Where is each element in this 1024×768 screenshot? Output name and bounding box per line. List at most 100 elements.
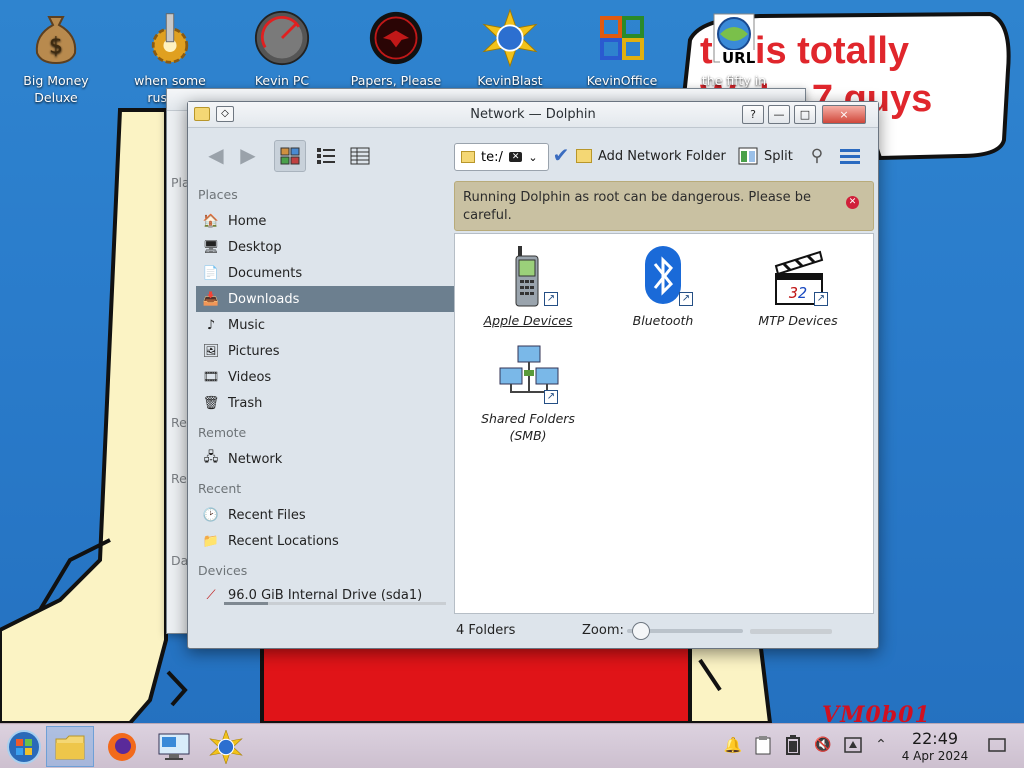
- url-globe-icon: URL: [706, 10, 762, 67]
- notifications-icon[interactable]: 🔔: [722, 734, 744, 756]
- battery-icon[interactable]: [782, 734, 804, 756]
- sidebar-item-label: Recent Locations: [228, 533, 339, 549]
- desktop-icon-big-money[interactable]: $ Big Money Deluxe: [6, 0, 106, 106]
- pictures-folder-icon: 🖼: [202, 343, 220, 359]
- dolphin-window[interactable]: ◇ Network — Dolphin ? — □ × ◀ ▶ te:/ ✕ ⌄…: [187, 101, 879, 649]
- sidebar-item-home[interactable]: 🏠 Home: [196, 208, 454, 234]
- desktop-folder-icon: 🖥: [202, 239, 220, 255]
- sidebar-item-pictures[interactable]: 🖼 Pictures: [196, 338, 454, 364]
- back-arrow-icon[interactable]: ◀: [204, 143, 228, 167]
- desktop-icon-papers-please[interactable]: Papers, Please: [346, 0, 446, 89]
- clapperboard-icon: 32 ↗: [766, 244, 830, 308]
- start-orb-icon: [7, 729, 41, 764]
- sidebar-item-videos[interactable]: 🎞 Videos: [196, 364, 454, 390]
- keyboard-icon[interactable]: [842, 734, 864, 756]
- chevron-up-icon[interactable]: ⌃: [870, 734, 892, 756]
- sidebar-item-documents[interactable]: 📄 Documents: [196, 260, 454, 286]
- taskbar-app-file-manager[interactable]: [46, 726, 94, 767]
- taskbar-app-remote-desktop[interactable]: [150, 726, 198, 767]
- chevron-down-icon[interactable]: ⌄: [528, 151, 537, 164]
- places-heading: Places: [198, 187, 238, 202]
- svg-text:32: 32: [788, 284, 807, 302]
- split-button[interactable]: Split: [738, 145, 793, 167]
- sidebar-item-label: Pictures: [228, 343, 280, 359]
- desktop-icon-label: Big Money Deluxe: [23, 73, 89, 105]
- music-folder-icon: ♪: [206, 317, 216, 333]
- new-folder-icon: [576, 149, 592, 163]
- close-warning-icon[interactable]: ✕: [846, 196, 859, 209]
- desktop-icon-url[interactable]: URL the fifty in: [684, 0, 784, 89]
- devices-heading: Devices: [198, 563, 248, 578]
- videos-folder-icon: 🎞: [202, 369, 220, 385]
- taskbar-app-firefox[interactable]: [98, 726, 146, 767]
- sidebar-item-recent-locations[interactable]: 📁 Recent Locations: [196, 528, 454, 554]
- desktop-icon-kevinoffice[interactable]: KevinOffice: [572, 0, 672, 89]
- file-view[interactable]: ↗ Apple Devices ↗ Bluetooth 32 ↗ MTP Dev…: [454, 233, 874, 614]
- add-network-folder-label: Add Network Folder: [598, 148, 726, 164]
- globe-burst-icon: [482, 8, 538, 68]
- mobile-phone-icon: ↗: [496, 244, 560, 308]
- clock[interactable]: 22:49 4 Apr 2024: [894, 729, 976, 763]
- file-manager-icon: [55, 735, 85, 759]
- link-arrow-icon: ↗: [544, 390, 558, 404]
- sidebar-item-label: Music: [228, 317, 265, 333]
- icons-view-button[interactable]: [274, 140, 306, 172]
- details-view-button[interactable]: [344, 140, 376, 172]
- desktop-icon-kevinblast[interactable]: KevinBlast: [460, 0, 560, 89]
- bg-sidebar-fragment: Re: [171, 415, 187, 430]
- split-view-icon: [738, 147, 758, 165]
- folder-item-mtp-devices[interactable]: 32 ↗ MTP Devices: [733, 244, 863, 329]
- compact-view-button[interactable]: [310, 140, 342, 172]
- clear-location-icon[interactable]: ✕: [508, 152, 523, 162]
- sidebar-item-downloads[interactable]: 📥 Downloads: [196, 286, 454, 312]
- sidebar-item-network[interactable]: 🖧 Network: [196, 446, 454, 472]
- sidebar-item-music[interactable]: ♪ Music: [196, 312, 454, 338]
- folder-item-label: MTP Devices: [758, 313, 838, 328]
- documents-folder-icon: 📄: [202, 265, 220, 281]
- close-button[interactable]: ×: [822, 105, 866, 124]
- sidebar-item-label: Network: [228, 451, 283, 467]
- folder-item-bluetooth[interactable]: ↗ Bluetooth: [598, 244, 728, 329]
- desktop-icon-kevin-pc[interactable]: Kevin PC: [232, 0, 332, 89]
- folder-item-label: Shared Folders (SMB): [481, 411, 575, 443]
- folder-item-apple-devices[interactable]: ↗ Apple Devices: [463, 244, 593, 329]
- location-bar[interactable]: te:/ ✕ ⌄: [454, 143, 549, 171]
- zoom-slider[interactable]: [627, 622, 743, 640]
- location-text[interactable]: te:/: [481, 150, 503, 165]
- minimize-button[interactable]: —: [768, 105, 790, 124]
- taskbar-app-kevinblast[interactable]: [202, 726, 250, 767]
- folder-item-shared-folders[interactable]: ↗ Shared Folders (SMB): [463, 342, 593, 444]
- forward-arrow-icon[interactable]: ▶: [236, 143, 260, 167]
- show-desktop-icon[interactable]: [986, 734, 1008, 756]
- sidebar-item-desktop[interactable]: 🖥 Desktop: [196, 234, 454, 260]
- search-icon[interactable]: ⚲: [806, 145, 828, 167]
- help-button[interactable]: ?: [742, 105, 764, 124]
- maximize-button[interactable]: □: [794, 105, 816, 124]
- details-view-icon: [350, 147, 370, 165]
- link-arrow-icon: ↗: [544, 292, 558, 306]
- clipboard-icon[interactable]: [752, 734, 774, 756]
- zoom-slider-handle[interactable]: [631, 622, 650, 640]
- start-button[interactable]: [0, 726, 48, 767]
- office-icon: [594, 10, 650, 66]
- remote-desktop-icon: [158, 733, 190, 760]
- red-seal-icon: [368, 10, 424, 66]
- taskbar: 🔔 🔇 ⌃ 22:49 4 Apr 2024: [0, 723, 1024, 768]
- sidebar-item-recent-files[interactable]: 🕑 Recent Files: [196, 502, 454, 528]
- checkmark-icon[interactable]: ✔: [550, 143, 572, 167]
- add-network-folder-button[interactable]: Add Network Folder: [576, 145, 726, 167]
- bg-sidebar-fragment: Re: [171, 471, 187, 486]
- gear-icon: [142, 10, 198, 66]
- window-titlebar[interactable]: ◇ Network — Dolphin ? — □ ×: [188, 102, 878, 128]
- sidebar-item-label: Home: [228, 213, 267, 229]
- sidebar-item-trash[interactable]: 🗑 Trash: [196, 390, 454, 416]
- bg-sidebar-fragment: Da: [171, 553, 189, 568]
- warning-text: Running Dolphin as root can be dangerous…: [463, 190, 811, 223]
- status-bar: 4 Folders Zoom:: [454, 618, 874, 644]
- volume-muted-icon[interactable]: 🔇: [812, 734, 834, 756]
- hamburger-menu-icon[interactable]: [838, 145, 862, 167]
- sidebar-item-label: Videos: [228, 369, 272, 385]
- url-badge: URL: [720, 49, 758, 67]
- remote-heading: Remote: [198, 425, 247, 440]
- clock-date: 4 Apr 2024: [901, 749, 969, 763]
